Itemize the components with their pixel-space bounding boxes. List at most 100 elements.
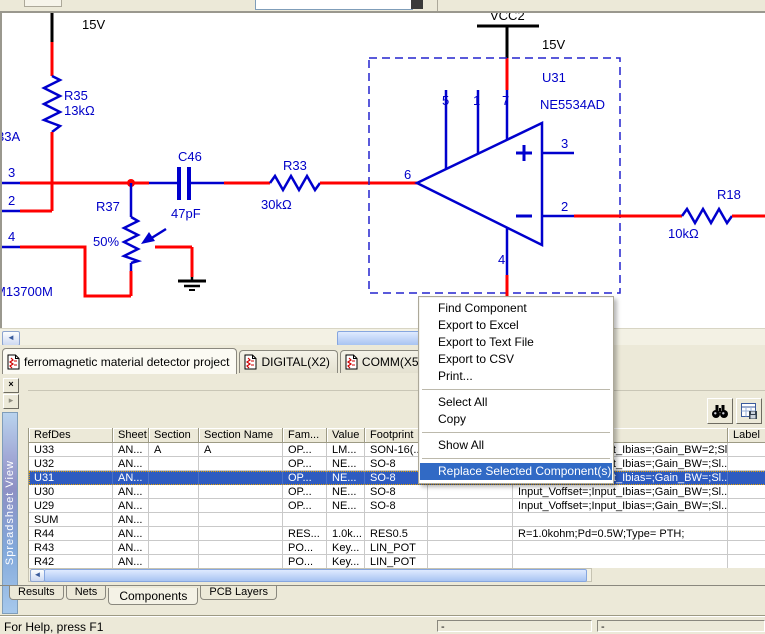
scroll-left-button[interactable]: ◄ (30, 569, 45, 582)
table-cell (728, 485, 765, 499)
view-tab-results[interactable]: Results (9, 586, 64, 600)
edge-label-33a: 33A (2, 129, 20, 144)
menu-item[interactable]: Show All (420, 437, 612, 454)
capacitor-c46[interactable] (177, 167, 181, 200)
export-button[interactable] (736, 398, 762, 424)
column-header[interactable]: Section Name (199, 428, 283, 443)
table-row[interactable]: U29AN...OP...NE...SO-8Input_Voffset=;Inp… (29, 499, 765, 513)
combobox-dropdown-icon[interactable] (411, 0, 423, 9)
table-cell (513, 541, 728, 555)
view-tab-components[interactable]: Components (108, 588, 198, 605)
table-row[interactable]: U33AN...AAOP...LM...SON-16(...Input_Voff… (29, 443, 765, 457)
table-row[interactable]: U32AN...OP...NE...SO-8Input_Voffset=;Inp… (29, 457, 765, 471)
table-row[interactable]: U31AN...OP...NE...SO-8Input_Voffset=;Inp… (29, 471, 765, 485)
menu-item[interactable]: Copy (420, 411, 612, 428)
column-header[interactable]: RefDes (29, 428, 113, 443)
table-cell: OP... (283, 471, 327, 485)
opamp-u31[interactable] (417, 123, 542, 245)
potentiometer-r37[interactable] (124, 217, 138, 263)
table-cell (149, 513, 199, 527)
pin1-label: 1 (473, 93, 480, 108)
sheet-tab[interactable]: ferromagnetic material detector project (2, 348, 237, 374)
close-panel-button[interactable]: × (3, 378, 19, 393)
table-cell: R=1.0kohm;Pd=0.5W;Type= PTH; (513, 527, 728, 541)
pot-wiper-arrowhead (141, 232, 155, 244)
table-row[interactable]: U30AN...OP...NE...SO-8Input_Voffset=;Inp… (29, 485, 765, 499)
resistor-r35[interactable] (44, 76, 60, 132)
column-header[interactable]: Fam... (283, 428, 327, 443)
find-button[interactable] (707, 398, 733, 424)
scroll-left-button[interactable]: ◄ (2, 331, 20, 346)
vcc2-label: VCC2 (490, 13, 525, 23)
column-header[interactable]: Value (327, 428, 365, 443)
table-cell: U30 (29, 485, 113, 499)
menu-item[interactable]: Export to Excel (420, 317, 612, 334)
table-cell (199, 555, 283, 568)
table-cell (428, 555, 513, 568)
u31-part-label: NE5534AD (540, 97, 605, 112)
export-table-icon (741, 403, 758, 419)
table-cell (428, 485, 513, 499)
table-row[interactable]: R44AN...RES...1.0k...RES0.5R=1.0kohm;Pd=… (29, 527, 765, 541)
table-cell (149, 527, 199, 541)
menu-item[interactable]: Replace Selected Component(s) (420, 463, 612, 480)
collapse-panel-button[interactable]: ▸ (3, 394, 19, 409)
r37-ref-label: R37 (96, 199, 120, 214)
schematic-canvas[interactable]: 15V R35 13kΩ 33A 3 2 4 R37 50% M13700M C… (0, 11, 765, 328)
scrollbar-thumb[interactable] (44, 569, 587, 582)
menu-item[interactable]: Find Component (420, 300, 612, 317)
pin6-label: 6 (404, 167, 411, 182)
table-cell (728, 555, 765, 568)
panel-title: Spreadsheet View (4, 460, 16, 565)
menu-item[interactable]: Select All (420, 394, 612, 411)
table-row[interactable]: R43AN...PO...Key...LIN_POT (29, 541, 765, 555)
spreadsheet-panel: × ▸ Spreadsheet View (0, 375, 765, 617)
table-cell (728, 527, 765, 541)
table-cell: LIN_POT (365, 541, 428, 555)
table-cell (428, 513, 513, 527)
table-cell (199, 471, 283, 485)
resistor-r33[interactable] (270, 176, 320, 190)
schematic-sheet-icon (345, 354, 358, 370)
menu-item[interactable]: Print... (420, 368, 612, 385)
toolbar-combobox-partial[interactable] (255, 0, 413, 10)
view-tab-nets[interactable]: Nets (66, 586, 107, 600)
column-header[interactable]: Section (149, 428, 199, 443)
table-cell (199, 485, 283, 499)
table-row[interactable]: R42AN...PO...Key...LIN_POT (29, 555, 765, 568)
table-cell: Key... (327, 541, 365, 555)
c46-value-label: 47pF (171, 206, 201, 221)
table-cell (149, 555, 199, 568)
table-cell (513, 555, 728, 568)
schematic-sheet-icon (244, 354, 257, 370)
sheet-tab[interactable]: DIGITAL(X2) (239, 350, 337, 373)
resistor-r18[interactable] (682, 209, 732, 223)
table-cell: AN... (113, 457, 149, 471)
status-pane-2: - (597, 620, 765, 632)
r35-value-label: 13kΩ (64, 103, 95, 118)
table-row[interactable]: SUMAN... (29, 513, 765, 527)
table-cell (728, 457, 765, 471)
sheet-tab-label: DIGITAL(X2) (261, 355, 329, 369)
grid-hscrollbar[interactable]: ◄ (28, 568, 592, 582)
view-tab-pcb-layers[interactable]: PCB Layers (200, 586, 277, 600)
table-cell: AN... (113, 443, 149, 457)
toolbar-button-partial[interactable] (24, 0, 62, 7)
ground-symbol (178, 277, 206, 290)
table-cell (728, 443, 765, 457)
menu-item[interactable]: Export to CSV (420, 351, 612, 368)
table-cell: AN... (113, 499, 149, 513)
schematic-hscrollbar[interactable]: ◄ (0, 328, 765, 346)
spreadsheet-toolbar (28, 390, 765, 429)
table-cell (199, 527, 283, 541)
column-header[interactable]: Label (728, 428, 765, 443)
menu-item[interactable]: Export to Text File (420, 334, 612, 351)
column-header[interactable]: Sheet (113, 428, 149, 443)
table-cell (149, 457, 199, 471)
sheet-tab[interactable]: COMM(X5) (340, 350, 431, 373)
capacitor-c46[interactable] (187, 167, 191, 200)
scroll-left-icon: ◄ (7, 333, 15, 342)
spreadsheet-view-vertical-tab[interactable]: Spreadsheet View (2, 412, 18, 614)
table-cell (365, 513, 428, 527)
table-cell: NE... (327, 485, 365, 499)
